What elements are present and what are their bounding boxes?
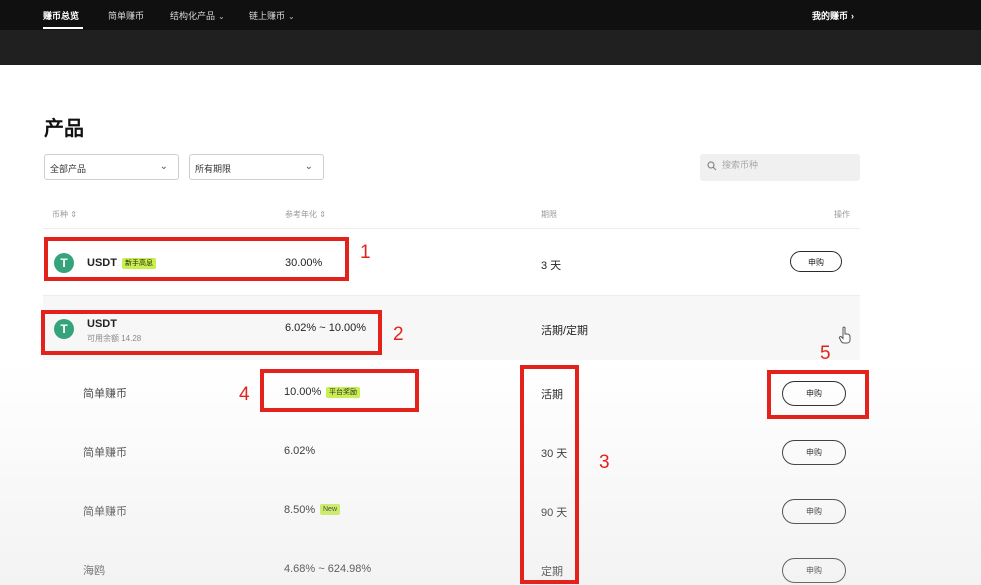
- search-icon: [707, 161, 717, 171]
- annotation-label-3: 3: [599, 452, 610, 473]
- usdt-icon: T: [54, 319, 74, 339]
- product-name: 简单赚币: [83, 447, 127, 459]
- header-apr[interactable]: 参考年化 ⇕: [285, 209, 326, 220]
- annotation-label-1: 1: [360, 242, 371, 263]
- available-balance: 可用余额 14.28: [87, 334, 142, 343]
- product-name: 简单赚币: [83, 388, 127, 400]
- promo-tag: 平台奖励: [326, 387, 360, 398]
- new-tag: New: [320, 504, 341, 515]
- term-value: 30 天: [541, 448, 568, 460]
- nav-earn-overview[interactable]: 赚币总览: [43, 9, 79, 22]
- search-box[interactable]: [700, 154, 860, 181]
- subscribe-button[interactable]: 申购: [790, 251, 842, 272]
- coin-name: USDT: [87, 318, 117, 330]
- chevron-down-icon: ⌄: [218, 12, 225, 21]
- apr-value: 6.02% ~ 10.00%: [285, 322, 367, 334]
- subscribe-button[interactable]: 申购: [782, 499, 846, 524]
- product-select[interactable]: 全部产品 ⌄: [44, 154, 179, 180]
- chevron-right-icon: ›: [851, 11, 855, 21]
- subscribe-button[interactable]: 申购: [782, 558, 846, 583]
- page-title: 产品: [44, 118, 84, 140]
- apr-value: 6.02%: [284, 445, 316, 457]
- term-value: 活期/定期: [541, 325, 589, 337]
- annotation-label-2: 2: [393, 324, 404, 345]
- product-name: 简单赚币: [83, 506, 127, 518]
- my-earn-link[interactable]: 我的赚币 ›: [812, 9, 854, 22]
- apr-value: 30.00%: [285, 257, 323, 269]
- chevron-down-icon: ⌄: [304, 161, 313, 172]
- term-value: 活期: [541, 389, 563, 401]
- chevron-down-icon: ⌄: [288, 12, 295, 21]
- subscribe-button[interactable]: 申购: [782, 440, 846, 465]
- header-coin[interactable]: 币种 ⇕: [52, 209, 77, 220]
- coin-name: USDT: [87, 257, 117, 269]
- top-nav: 赚币总览 简单赚币 结构化产品 ⌄ 链上赚币 ⌄ 我的赚币 ›: [0, 0, 981, 30]
- product-name: 海鸥: [83, 565, 105, 577]
- term-value: 定期: [541, 566, 563, 578]
- active-tab-indicator: [43, 27, 83, 29]
- apr-value: 10.00%: [284, 386, 322, 398]
- apr-value: 8.50%: [284, 504, 316, 516]
- header-term: 期限: [541, 210, 557, 219]
- header-action: 操作: [834, 210, 850, 219]
- annotation-label-4: 4: [239, 384, 250, 405]
- sub-header-bar: [0, 30, 981, 65]
- chevron-down-icon: ⌄: [159, 161, 168, 172]
- apr-value: 4.68% ~ 624.98%: [284, 563, 372, 575]
- expanded-row-bg: [43, 296, 860, 360]
- hand-cursor-icon: [838, 326, 851, 344]
- divider: [43, 228, 860, 229]
- nav-structured-products[interactable]: 结构化产品 ⌄: [170, 9, 225, 22]
- annotation-label-5: 5: [820, 343, 831, 364]
- term-select[interactable]: 所有期限 ⌄: [189, 154, 324, 180]
- nav-onchain-earn[interactable]: 链上赚币 ⌄: [249, 9, 295, 22]
- term-value: 3 天: [541, 260, 562, 272]
- nav-simple-earn[interactable]: 简单赚币: [108, 9, 144, 22]
- term-value: 90 天: [541, 507, 568, 519]
- subscribe-button[interactable]: 申购: [782, 381, 846, 406]
- search-input[interactable]: [722, 160, 852, 170]
- usdt-icon: T: [54, 253, 74, 273]
- promo-tag: 新手高息: [122, 258, 156, 269]
